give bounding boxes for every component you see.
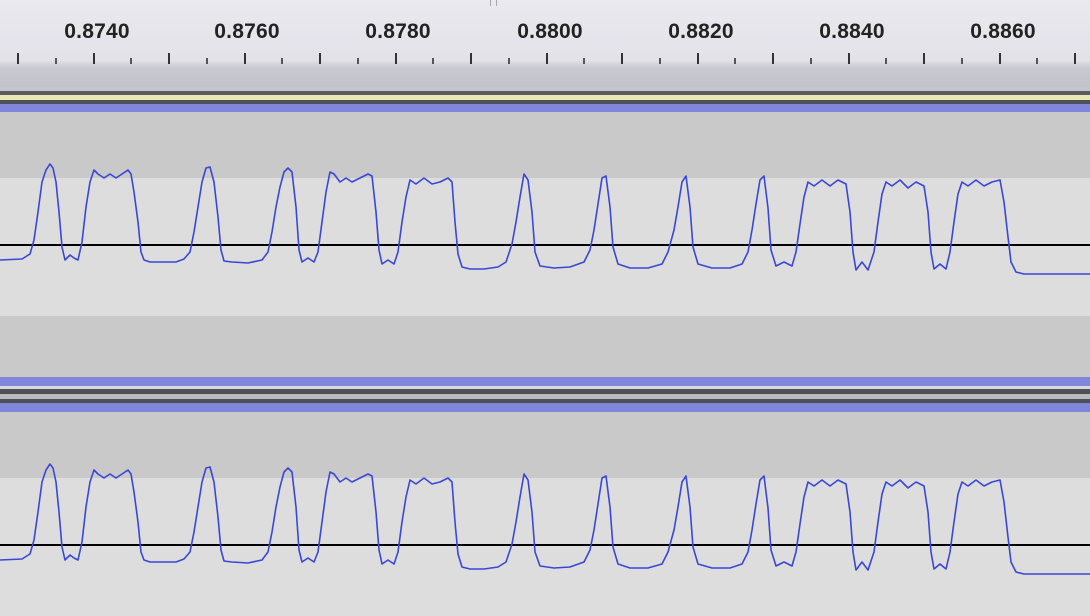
- ruler-tick: [357, 58, 359, 64]
- ruler-tick: [1074, 53, 1076, 64]
- ruler-tick: [17, 53, 19, 64]
- ruler-divider: [496, 0, 497, 6]
- ruler-tick: [697, 53, 699, 64]
- waveform-2: [0, 412, 1090, 616]
- ruler-tick: [508, 58, 510, 64]
- ruler-tick: [961, 58, 963, 64]
- ruler-tick-label: 0.8760: [214, 20, 280, 43]
- ruler-tick: [206, 58, 208, 64]
- ruler-tick: [621, 53, 623, 64]
- ruler-tick: [848, 53, 850, 64]
- ruler-tick: [546, 53, 548, 64]
- ruler-tick: [319, 53, 321, 64]
- ruler-tick-label: 0.8820: [668, 20, 734, 43]
- ruler-tick: [395, 53, 397, 64]
- ruler-tick: [244, 53, 246, 64]
- timeline-ruler[interactable]: 0.8740 0.8760 0.8780 0.8800 0.8820 0.884…: [0, 0, 1090, 87]
- ruler-tick: [999, 53, 1001, 64]
- ruler-tick: [432, 58, 434, 64]
- track-band-lower: [0, 316, 1090, 377]
- ruler-tick: [583, 58, 585, 64]
- track-band-upper: [0, 112, 1090, 178]
- ruler-tick-label: 0.8860: [970, 20, 1036, 43]
- ruler-tick-label: 0.8780: [365, 20, 431, 43]
- ruler-tick: [659, 58, 661, 64]
- ruler-tick-label: 0.8740: [64, 20, 130, 43]
- waveform-track-2[interactable]: [0, 412, 1090, 616]
- ruler-tick: [734, 58, 736, 64]
- ruler-tick: [93, 53, 95, 64]
- ruler-tick-label: 0.8800: [517, 20, 583, 43]
- ruler-tick: [810, 58, 812, 64]
- waveform-1: [0, 112, 1090, 377]
- waveform-track-1[interactable]: [0, 112, 1090, 377]
- track-divider-top[interactable]: [0, 87, 1090, 112]
- track-band-upper: [0, 412, 1090, 478]
- ruler-tick: [772, 53, 774, 64]
- ruler-tick: [130, 58, 132, 64]
- ruler-tick: [168, 53, 170, 64]
- ruler-tick: [281, 58, 283, 64]
- ruler-tick: [885, 58, 887, 64]
- ruler-tick-label: 0.8840: [819, 20, 885, 43]
- ruler-tick: [470, 53, 472, 64]
- ruler-tick: [923, 53, 925, 64]
- ruler-tick: [1036, 58, 1038, 64]
- track-divider-middle[interactable]: [0, 377, 1090, 412]
- ruler-tick: [55, 58, 57, 64]
- ruler-divider: [490, 0, 491, 6]
- audio-editor: 0.8740 0.8760 0.8780 0.8800 0.8820 0.884…: [0, 0, 1090, 616]
